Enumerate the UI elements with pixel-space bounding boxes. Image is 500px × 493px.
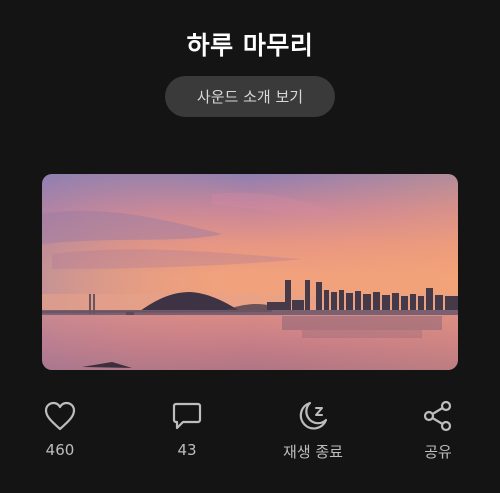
share-button[interactable]: 공유 — [393, 398, 483, 462]
comment-icon — [169, 398, 205, 434]
like-count: 460 — [45, 441, 75, 459]
share-icon — [420, 398, 456, 434]
sunset-cityscape-image — [42, 174, 458, 370]
share-label: 공유 — [424, 443, 452, 461]
comment-button[interactable]: 43 — [142, 398, 232, 459]
sleep-timer-label: 재생 종료 — [283, 443, 343, 461]
comment-count: 43 — [177, 441, 197, 459]
like-button[interactable]: 460 — [15, 398, 105, 459]
heart-icon — [42, 398, 78, 434]
moon-sleep-icon — [295, 398, 331, 434]
sound-intro-button[interactable]: 사운드 소개 보기 — [165, 76, 335, 117]
action-bar: 460 43 재생 종료 공유 — [0, 398, 500, 468]
page-title: 하루 마무리 — [186, 31, 314, 60]
sleep-timer-button[interactable]: 재생 종료 — [268, 398, 358, 462]
